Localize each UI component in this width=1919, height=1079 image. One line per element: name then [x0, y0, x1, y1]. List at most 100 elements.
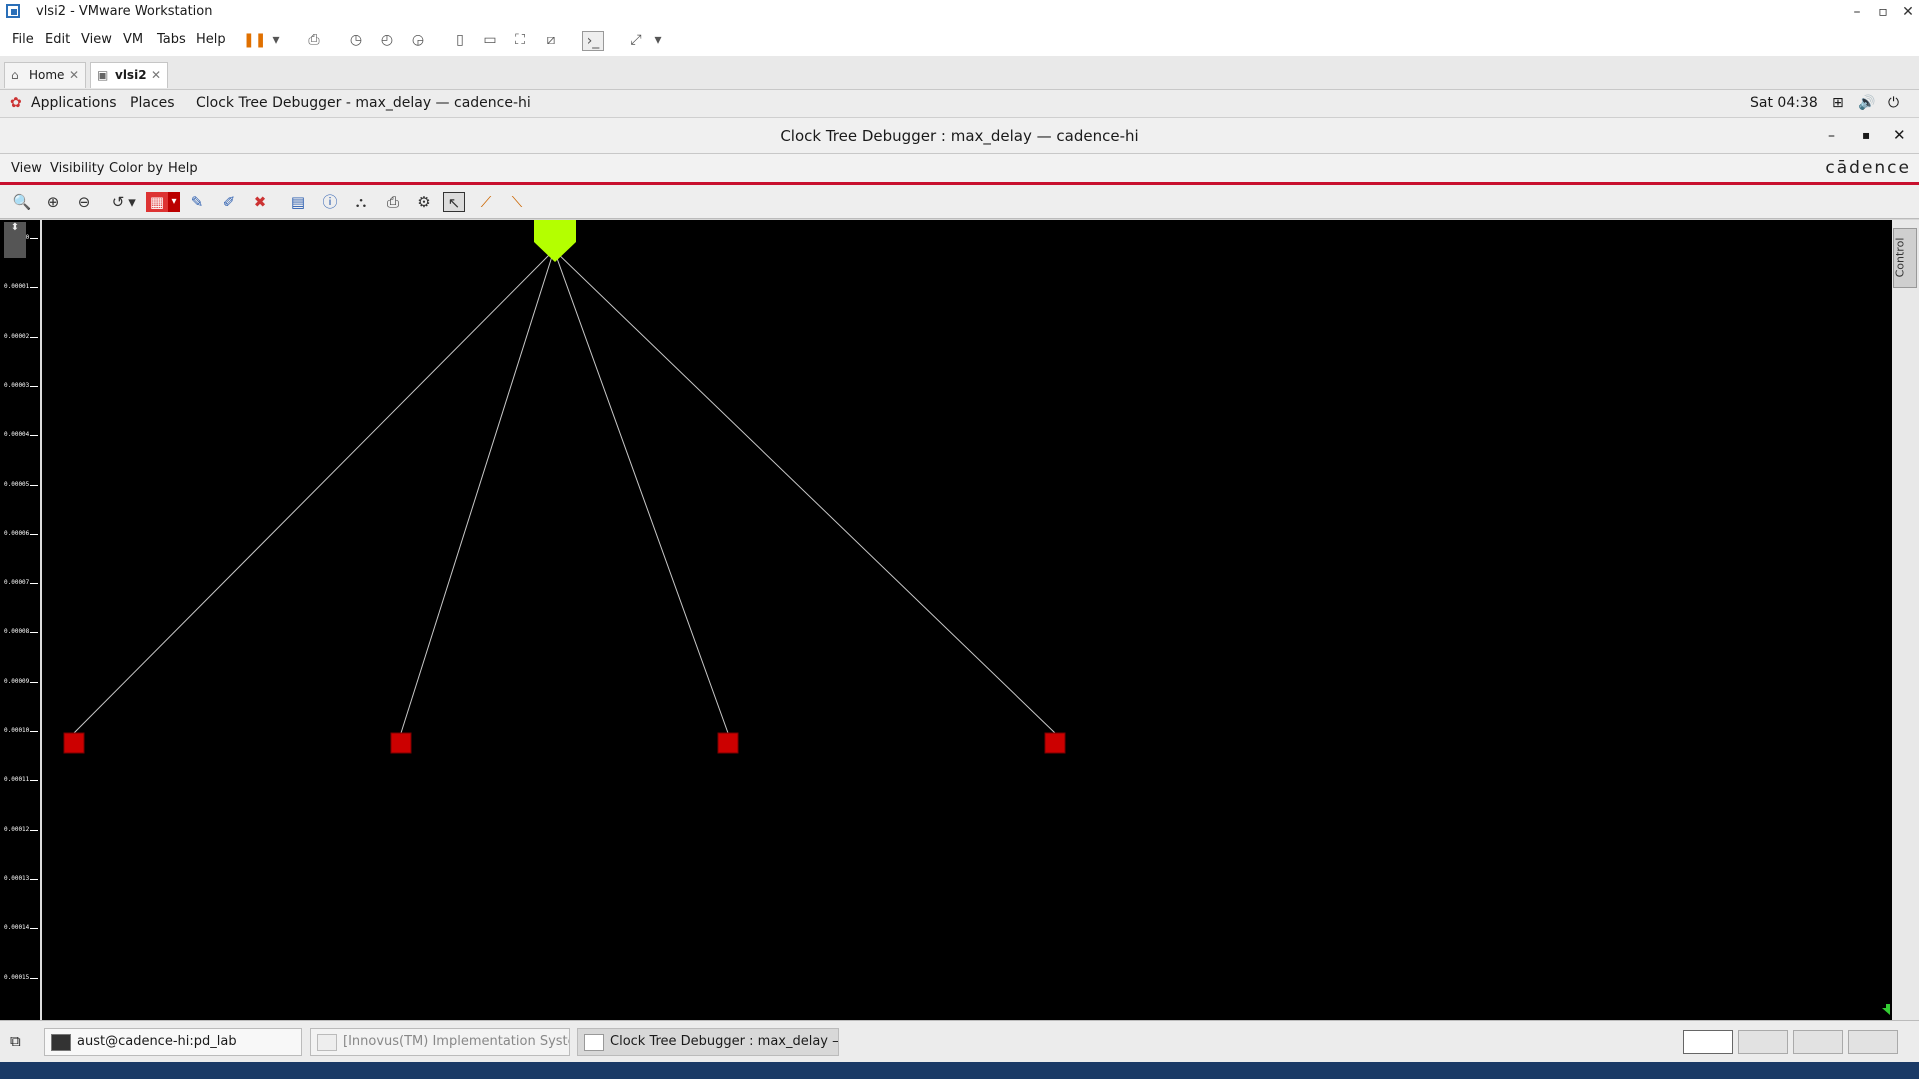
clear-highlight-icon[interactable]: ✖ [249, 192, 271, 212]
minimize-icon[interactable]: – [1846, 2, 1868, 22]
hierarchy-icon[interactable]: ⛬ [350, 192, 372, 212]
clock-root-buffer-node[interactable] [534, 220, 576, 262]
revert-snapshot-icon[interactable]: ◴ [377, 31, 397, 49]
task-terminal[interactable]: aust@cadence-hi:pd_lab [44, 1028, 302, 1056]
menu-tabs[interactable]: Tabs [157, 32, 186, 47]
select-pointer-icon[interactable]: ↖ [443, 192, 465, 212]
workspace-4[interactable] [1848, 1030, 1898, 1054]
app-maximize-icon[interactable]: ▪ [1862, 128, 1870, 142]
taskbar: ⧉ aust@cadence-hi:pd_lab [Innovus(TM) Im… [0, 1020, 1919, 1062]
console-view-icon[interactable]: ›_ [582, 31, 604, 51]
print-icon[interactable]: ⎙ [382, 192, 404, 212]
clock-tree-canvas[interactable] [42, 220, 1892, 1020]
unity-icon[interactable]: ⧄ [541, 31, 561, 49]
snapshot-manager-icon[interactable]: ◶ [408, 31, 428, 49]
app-close-icon[interactable]: ✕ [1893, 126, 1906, 144]
clock-net-edge[interactable] [553, 249, 729, 734]
clock-net-edge[interactable] [73, 249, 555, 734]
clock-sink-node[interactable] [1044, 732, 1066, 754]
clock-sink-node[interactable] [390, 732, 412, 754]
ruler-icon[interactable]: ⟋ [475, 192, 497, 212]
power-icon[interactable]: ⏻ [1888, 95, 1899, 111]
highlight-color-icon[interactable]: ▦ [146, 192, 168, 212]
thumbnail-icon[interactable]: ▭ [480, 31, 500, 49]
zoom-history-dropdown-icon[interactable]: ▾ [127, 192, 137, 212]
clock-net-edge[interactable] [553, 249, 1056, 734]
workspace-2[interactable] [1738, 1030, 1788, 1054]
menu-vm[interactable]: VM [123, 32, 143, 47]
stretch-icon[interactable]: ⤢ [626, 31, 646, 49]
control-panel-tab[interactable]: Control [1893, 228, 1917, 288]
tab-vlsi2[interactable]: ▣ vlsi2 ✕ [90, 62, 168, 88]
innovus-window-icon [317, 1034, 337, 1051]
measure-icon[interactable]: ⟍ [506, 192, 528, 212]
highlight-net-icon[interactable]: ✐ [218, 192, 240, 212]
ruler-label: 0.00015 [4, 973, 30, 981]
show-desktop-icon[interactable]: ⧉ [10, 1032, 30, 1052]
gnome-top-panel: ✿ Applications Places Clock Tree Debugge… [0, 90, 1919, 118]
zoom-out-icon[interactable]: ⊖ [73, 192, 95, 212]
close-icon[interactable]: ✕ [1897, 2, 1919, 22]
report-icon[interactable]: ▤ [287, 192, 309, 212]
zoom-fit-icon[interactable]: 🔍 [11, 192, 33, 212]
close-tab-icon[interactable]: ✕ [69, 63, 79, 87]
ruler-tick [30, 385, 38, 387]
settings-gear-icon[interactable]: ⚙ [413, 192, 435, 212]
clock-net-edge[interactable] [400, 249, 555, 734]
active-window-title[interactable]: Clock Tree Debugger - max_delay — cadenc… [196, 95, 531, 111]
task-innovus[interactable]: [Innovus(TM) Implementation Syste... [310, 1028, 570, 1056]
menu-edit[interactable]: Edit [45, 32, 70, 47]
app-menu-visibility[interactable]: Visibility [50, 161, 104, 176]
zoom-in-icon[interactable]: ⊕ [42, 192, 64, 212]
ruler-tick [30, 681, 38, 683]
snapshot-icon[interactable]: ◷ [346, 31, 366, 49]
resize-corner-icon[interactable] [1882, 1004, 1890, 1015]
dropdown-arrow-icon[interactable]: ▾ [266, 31, 286, 49]
ruler-label: 0.00004 [4, 431, 30, 439]
debugger-window-icon [584, 1034, 604, 1051]
applications-menu[interactable]: Applications [31, 95, 117, 111]
app-window-title: Clock Tree Debugger : max_delay — cadenc… [780, 127, 1139, 145]
ruler-handle-icon[interactable]: ⬍ [4, 222, 26, 258]
places-menu[interactable]: Places [130, 95, 175, 111]
host-taskbar-strip [0, 1062, 1919, 1079]
menu-view[interactable]: View [81, 32, 112, 47]
tab-home[interactable]: ⌂ Home ✕ [4, 62, 86, 88]
vm-icon: ▣ [97, 68, 109, 82]
app-minimize-icon[interactable]: – [1828, 128, 1835, 144]
ruler-label: 0.00009 [4, 677, 30, 685]
clock-tree-svg[interactable] [42, 220, 1892, 1020]
full-screen-icon[interactable]: ⛶ [510, 31, 530, 49]
stretch-dropdown-icon[interactable]: ▾ [648, 31, 668, 49]
app-menu-color-by[interactable]: Color by [109, 161, 163, 176]
task-clock-tree-debugger[interactable]: Clock Tree Debugger : max_delay —... [577, 1028, 839, 1056]
vmware-window-title: vlsi2 - VMware Workstation [36, 4, 213, 19]
app-toolbar: 🔍 ⊕ ⊖ ↺ ▾ ▦ ▾ ✎ ✐ ✖ ▤ ⓘ ⛬ ⎙ ⚙ ↖ ⟋ ⟍ [0, 185, 1919, 219]
highlight-path-icon[interactable]: ✎ [186, 192, 208, 212]
send-ctrl-alt-del-icon[interactable]: ⎙ [304, 31, 324, 49]
highlight-dropdown-icon[interactable]: ▾ [168, 192, 180, 212]
pause-icon[interactable]: ❚❚ [243, 31, 266, 49]
menu-file[interactable]: File [12, 32, 34, 47]
info-icon[interactable]: ⓘ [319, 192, 341, 212]
workspace-1[interactable] [1683, 1030, 1733, 1054]
network-icon[interactable]: ⊞ [1832, 95, 1844, 111]
home-icon: ⌂ [11, 68, 19, 82]
menu-help[interactable]: Help [196, 32, 226, 47]
ruler-label: 0.00006 [4, 529, 30, 537]
workspace-3[interactable] [1793, 1030, 1843, 1054]
clock-sink-node[interactable] [717, 732, 739, 754]
show-library-icon[interactable]: ▯ [450, 31, 470, 49]
clock-sink-node[interactable] [63, 732, 85, 754]
clock[interactable]: Sat 04:38 [1750, 95, 1818, 111]
app-menu-view[interactable]: View [11, 161, 42, 176]
app-menu-help[interactable]: Help [168, 161, 198, 176]
vmware-logo-icon [6, 4, 20, 18]
close-tab-icon[interactable]: ✕ [151, 63, 161, 87]
volume-icon[interactable]: 🔊 [1858, 95, 1875, 111]
ruler-tick [30, 780, 38, 782]
ruler-tick [30, 632, 38, 634]
restore-icon[interactable]: ▫ [1872, 2, 1894, 22]
zoom-history-icon[interactable]: ↺ [107, 192, 129, 212]
task-clock-tree-debugger-label: Clock Tree Debugger : max_delay —... [610, 1034, 839, 1049]
